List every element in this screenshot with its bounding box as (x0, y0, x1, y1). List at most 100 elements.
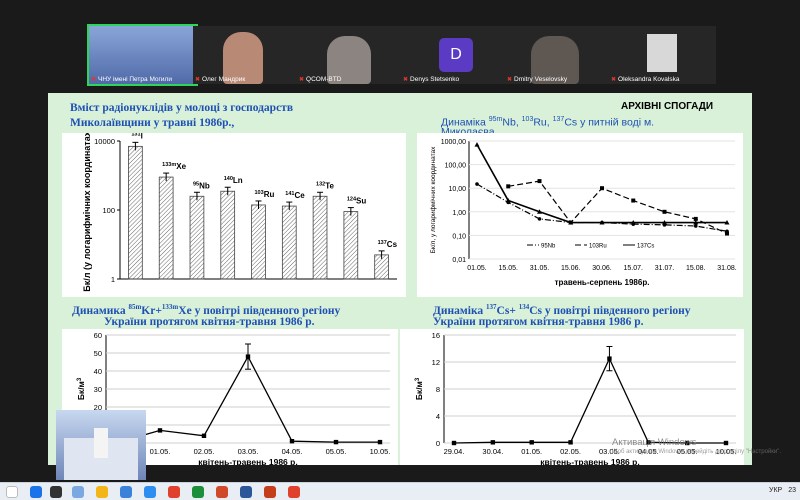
participant-tile[interactable]: ✖ QCOM-BTD (297, 26, 404, 84)
archive-heading: АРХІВНІ СПОГАДИ (621, 101, 714, 112)
data-point (333, 439, 339, 445)
excel-icon[interactable] (192, 486, 204, 498)
x-tick-label: 01.05. (521, 447, 542, 456)
data-point (474, 142, 480, 147)
data-point (490, 440, 496, 445)
x-tick-label: 04.05. (282, 447, 303, 456)
bar-label: 141Ce (285, 191, 305, 200)
participant-name: Олег Мандрик (202, 76, 246, 83)
participant-name: Oleksandra Kovalska (618, 76, 680, 83)
x-tick-label: 31.07. (655, 265, 675, 272)
participant-name: QCOM-BTD (306, 76, 342, 83)
data-point (157, 428, 163, 433)
y-tick-label: 10,00 (448, 186, 466, 193)
mic-muted-icon: ✖ (299, 77, 305, 83)
participant-name: ЧНУ імені Петра Могили (98, 76, 172, 83)
language-indicator[interactable]: УКР (769, 487, 782, 494)
x-tick-label: 29.04. (444, 447, 465, 456)
powerpoint-icon[interactable] (264, 486, 276, 498)
bar (128, 145, 143, 280)
start-icon[interactable] (30, 486, 42, 498)
data-point (631, 198, 636, 203)
x-tick-label: 31.08. (717, 265, 737, 272)
chart4-title-line2: України протягом квітня-травня 1986 р. (433, 316, 644, 328)
participant-tile[interactable]: ✖ Олег Мандрик (193, 26, 300, 84)
search-icon[interactable] (50, 486, 62, 498)
bar-label: 95Nb (193, 181, 210, 190)
weather-icon[interactable] (6, 486, 18, 498)
x-tick-label: 01.05. (467, 265, 487, 272)
chrome2-icon[interactable] (216, 486, 228, 498)
y-axis-label: Бк/м3 (414, 377, 424, 400)
bar-label: 124Su (347, 197, 367, 206)
clock[interactable]: 23 (788, 487, 796, 494)
y-tick-label: 1,00 (452, 210, 466, 217)
x-tick-label: 10.05. (370, 447, 391, 456)
bar (158, 176, 174, 280)
chrome-icon[interactable] (168, 486, 180, 498)
data-point (377, 439, 383, 445)
y-tick-label: 4 (436, 412, 440, 421)
bar (281, 205, 297, 280)
y-tick-label: 50 (94, 349, 102, 358)
bar-label: 137Cs (378, 240, 398, 249)
y-tick-label: 30 (94, 385, 102, 394)
data-point (568, 440, 573, 445)
task-view-icon[interactable] (72, 486, 84, 498)
legend-label: 103Ru (589, 244, 607, 250)
mic-muted-icon: ✖ (403, 77, 409, 83)
zoom-icon[interactable] (120, 486, 132, 498)
participant-tile[interactable]: ✖ Oleksandra Kovalska (609, 26, 716, 84)
x-tick-label: 05.05. (326, 447, 347, 456)
x-tick-label: 31.05. (530, 265, 550, 272)
x-tick-label: 01.05. (150, 447, 171, 456)
data-point (451, 440, 457, 446)
x-axis-label: квітень-травень 1986 р. (198, 457, 297, 465)
chart3-title-line2: України протягом квітня-травня 1986 р. (104, 316, 315, 328)
chart1-panel: 10000 100 1 Бк/л (у логарифмічних координат… (62, 128, 406, 297)
x-tick-label: 30.06. (592, 265, 612, 272)
explorer-icon[interactable] (96, 486, 108, 498)
x-tick-label: 02.05. (194, 447, 215, 456)
data-point (475, 182, 479, 186)
x-tick-label: 15.08. (686, 265, 706, 272)
chrome3-icon[interactable] (288, 486, 300, 498)
y-axis-label: Бк/л, у логарифмічних координатах (429, 146, 437, 253)
participant-tile[interactable]: D ✖ Denys Stetsenko (401, 26, 508, 84)
data-point (506, 184, 511, 189)
y-tick-label: 100 (102, 206, 115, 215)
activation-hint: Щоб активувати Windows, перейдіть до роз… (612, 449, 782, 455)
bar (251, 204, 266, 280)
y-tick-label: 1 (111, 275, 115, 284)
self-video[interactable] (56, 410, 146, 480)
participant-tile[interactable]: ✖ Dmitry Veselovsky (505, 26, 612, 84)
presentation-slide: Вміст радіонуклідів у молоці з господарс… (48, 93, 752, 467)
bar-label: 103Ru (255, 190, 275, 199)
y-tick-label: 60 (94, 331, 102, 340)
system-tray: УКР 23 (769, 487, 796, 494)
zoom-app-icon[interactable] (144, 486, 156, 498)
data-point (289, 439, 295, 444)
data-point (600, 186, 604, 191)
chart1-title-line1: Вміст радіонуклідів у молоці з господарс… (70, 102, 294, 114)
legend-label: 95Nb (541, 244, 556, 250)
chart2-panel: 1000,00 100,00 10,00 1,00 0,10 0,01 01.05. 15.0… (417, 133, 743, 297)
screen: ✖ ЧНУ імені Петра Могили ✖ Олег Мандрик ✖ Q… (0, 0, 800, 500)
data-point (662, 209, 667, 214)
y-tick-label: 0,10 (452, 233, 466, 240)
series-line (476, 144, 727, 224)
x-tick-label: 15.06. (561, 265, 581, 272)
chart1-title-line2: Миколаївщини у травні 1986р., (70, 117, 235, 129)
data-point (537, 217, 542, 221)
mic-muted-icon: ✖ (195, 77, 201, 83)
participant-tile[interactable]: ✖ ЧНУ імені Петра Могили (87, 24, 198, 86)
data-point (693, 224, 698, 228)
y-tick-label: 0 (436, 439, 440, 448)
word-icon[interactable] (240, 486, 252, 498)
y-tick-label: 16 (432, 331, 440, 340)
taskbar: УКР 23 (0, 482, 800, 500)
bar-label: 132Te (316, 181, 334, 190)
bar (312, 195, 328, 280)
participant-name: Denys Stetsenko (410, 76, 460, 83)
y-tick-label: 8 (436, 385, 440, 394)
